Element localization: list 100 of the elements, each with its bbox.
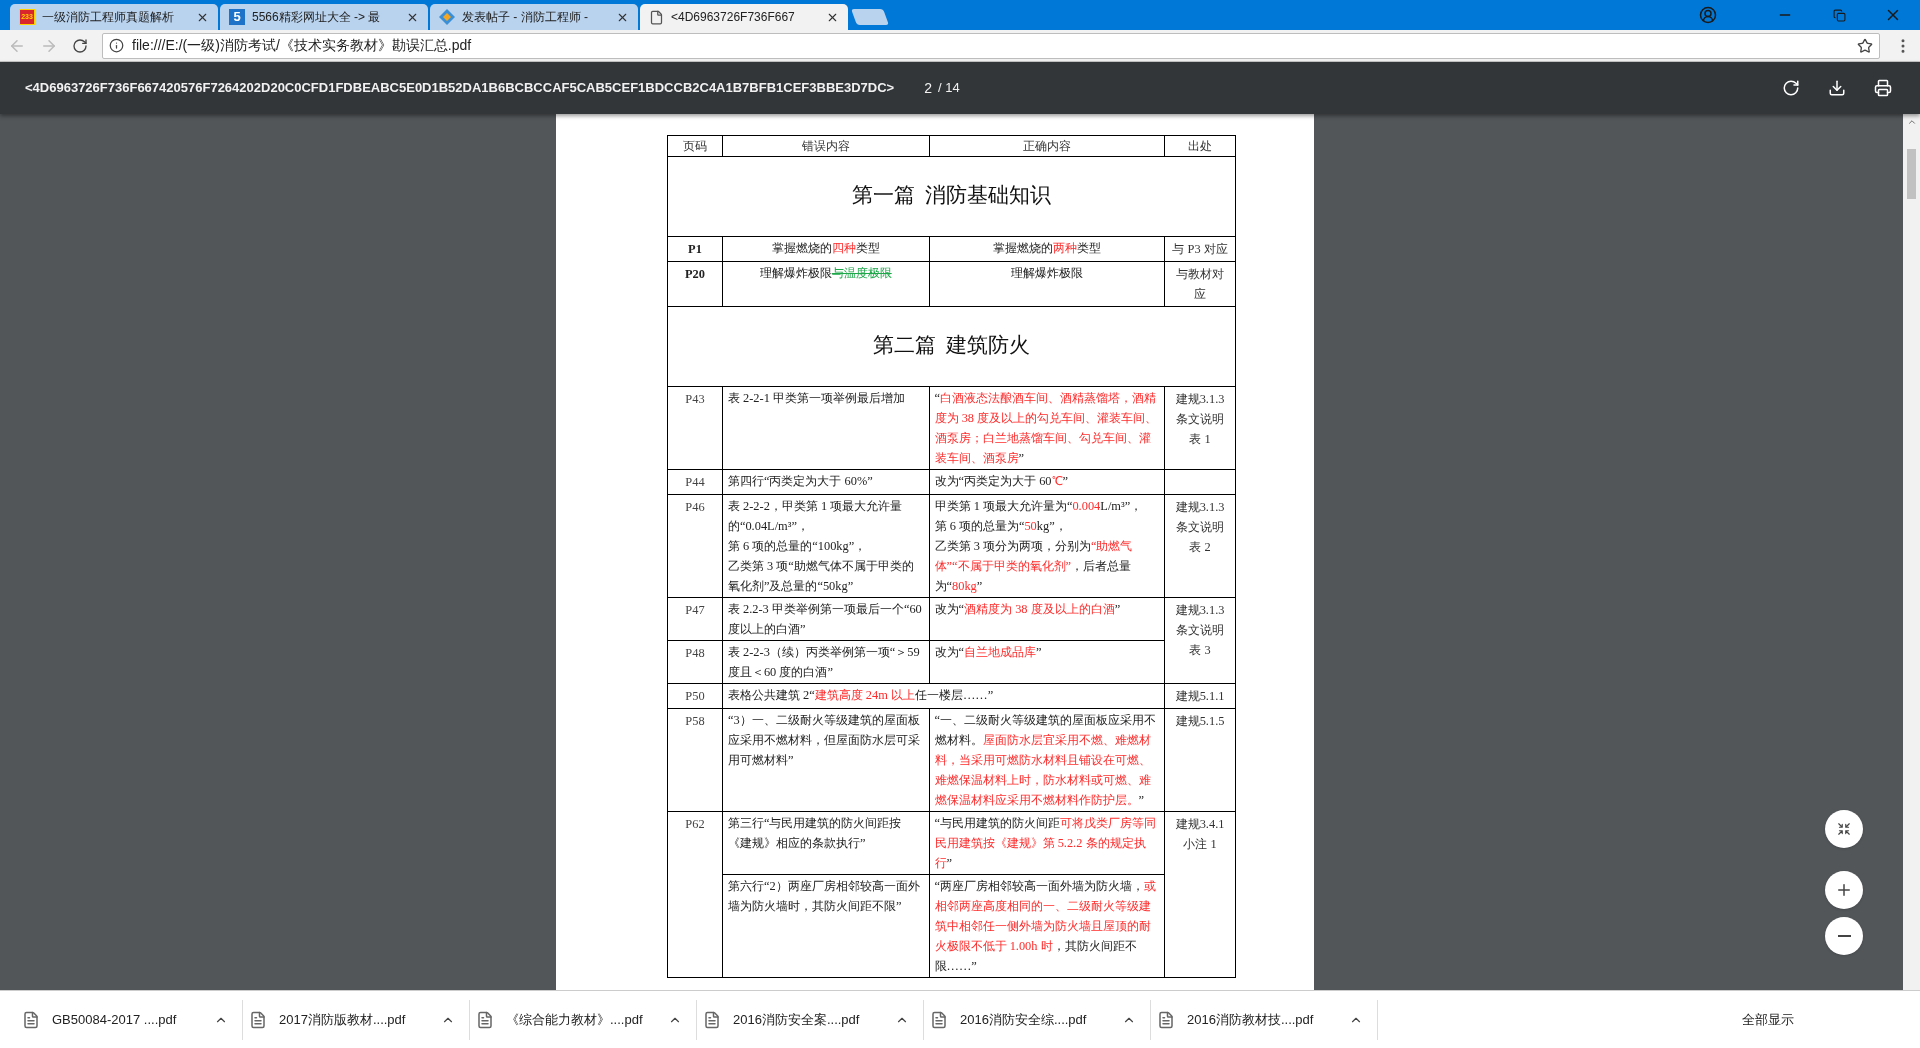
shrink-arrows-icon [1837, 822, 1851, 836]
source-text: 建规3.1.3 [1174, 391, 1226, 408]
cell-text: 表格公共建筑 2“建筑高度 24m 以上任一楼层……” [727, 687, 995, 704]
page-number: P43 [685, 392, 705, 406]
plus-icon [1835, 881, 1853, 899]
cell-text: 甲类第 1 项最大允许量为“0.004L/m³”， [934, 498, 1144, 515]
address-field[interactable]: file:///E:/(一级)消防考试/《技术实务教材》勘误汇总.pdf [102, 32, 1880, 59]
page-total: / 14 [938, 79, 960, 98]
download-item[interactable]: 《综合能力教材》....pdf [506, 1009, 656, 1030]
cell-text: 第三行“与民用建筑的防火间距按《建规》相应的条款执行” [727, 815, 903, 852]
tab-title: 一级消防工程师真题解析 [42, 9, 175, 26]
cell-text: 表 2-2-2，甲类第 1 项最大允许量的“0.04L/m³”， [727, 498, 904, 535]
document-title: <4D6963726F736F667420576F7264202D20C0CFD1FDBEABC5E0D1B52DA1B6BCBCCAF5CAB5CEF1BDCCB2C4A1B7BFB1CEF3BBE3D7DC> [25, 79, 895, 98]
print-icon[interactable] [1874, 79, 1892, 97]
bookmark-star-icon[interactable] [1857, 37, 1873, 54]
reload-icon[interactable] [72, 37, 88, 54]
source-text: 建规3.1.3 [1174, 602, 1226, 619]
cell-text: 表 2.2-3 甲类举例第一项最后一个“60 度以上的白酒” [727, 601, 923, 638]
cell-text: 第 6 项的总量为“50kg”， [934, 518, 1068, 535]
browser-tab[interactable]: 发表帖子 - 消防工程师 - [430, 4, 638, 30]
page-number: P48 [685, 646, 705, 660]
site-logo-icon: 5 [229, 9, 245, 25]
cell-text: “3）一、二级耐火等级建筑的屋面板应采用不燃材料，但屋面防水层可采用可燃材料” [727, 712, 921, 769]
browser-tab[interactable]: <4D6963726F736F667 [640, 4, 848, 30]
pdf-file-icon [1157, 1010, 1175, 1029]
pdf-file-icon [930, 1010, 948, 1029]
cell-text: 第 6 项的总量的“100kg”， [727, 538, 868, 555]
download-icon[interactable] [1828, 79, 1846, 97]
cell-text: 乙类第 3 项“助燃气体不属于甲类的氧化剂”及总量的“50kg” [727, 558, 915, 595]
scroll-up-icon[interactable] [1906, 117, 1917, 127]
page-number: P44 [685, 475, 705, 489]
cell-text: 第六行“2）两座厂房相邻较高一面外墙为防火墙时，其防火间距不限” [727, 878, 921, 915]
page-number: P62 [685, 817, 705, 831]
source-text: 表 1 [1188, 431, 1212, 448]
cell-text: 掌握燃烧的两种类型 [991, 240, 1102, 257]
source-text: 与教材对 [1175, 266, 1226, 283]
source-text: 小注 1 [1182, 836, 1218, 853]
url-text: file:///E:/(一级)消防考试/《技术实务教材》勘误汇总.pdf [132, 36, 473, 55]
rotate-icon[interactable] [1782, 79, 1800, 97]
download-item[interactable]: 2017消防版教材....pdf [279, 1009, 429, 1030]
page-icon [649, 9, 664, 25]
source-text: 条文说明 [1175, 622, 1226, 639]
download-item[interactable]: 2016消防安全综....pdf [960, 1009, 1110, 1030]
cell-text: 理解爆炸极限 [1009, 265, 1084, 282]
cell-text: “白酒液态法酿酒车间、酒精蒸馏塔，酒精度为 38 度及以上的勾兑车间、灌装车间、酒泵房；白兰地蒸馏车间、勾兑车间、灌装车间、酒泵房” [934, 390, 1159, 467]
page-number: P58 [685, 714, 705, 728]
section-heading: 第一篇 消防基础知识 [851, 183, 1052, 207]
page-number: P47 [685, 603, 705, 617]
cell-text: 改为“酒精度为 38 度及以上的白酒” [934, 601, 1122, 618]
new-tab-button[interactable] [851, 9, 889, 25]
cell-text: 改为“自兰地成品库” [934, 644, 1043, 661]
page-number: P46 [685, 500, 705, 514]
column-header: 页码 [667, 135, 723, 157]
info-icon [109, 38, 124, 53]
fit-page-button[interactable] [1825, 810, 1863, 848]
tab-title: 5566精彩网址大全 -> 最 [252, 9, 382, 26]
page-number-field[interactable]: 2 [924, 77, 932, 99]
zoom-in-button[interactable] [1825, 871, 1863, 909]
column-header: 出处 [1164, 135, 1236, 157]
browser-tab[interactable]: 5 5566精彩网址大全 -> 最 [220, 4, 428, 30]
pdf-file-icon [22, 1010, 40, 1029]
cell-text: “一、二级耐火等级建筑的屋面板应采用不燃材料。屋面防水层宜采用不燃、难燃材料，当采用可燃防水材料且铺设在可燃、难燃保温材料上时，防水材料或可燃、难燃保温材料应采用不燃材料作防护层。” [934, 712, 1158, 809]
cell-text: 表 2-2-3（续）丙类举例第一项“＞59 度且＜60 度的白酒” [727, 644, 921, 681]
source-text: 表 3 [1188, 642, 1212, 659]
cell-text: 表 2-2-1 甲类第一项举例最后增加 [727, 390, 906, 407]
scrollbar[interactable] [1903, 114, 1920, 990]
page-number: P1 [688, 242, 702, 256]
page-number: P50 [685, 689, 705, 703]
download-item[interactable]: 2016消防安全案....pdf [733, 1009, 883, 1030]
download-item[interactable]: GB50084-2017 ....pdf [52, 1009, 202, 1030]
cell-text: 第四行“丙类定为大于 60%” [727, 473, 874, 490]
source-text: 条文说明 [1175, 411, 1226, 428]
column-header: 正确内容 [929, 135, 1165, 157]
scrollbar-thumb[interactable] [1907, 149, 1916, 199]
source-text: 建规3.4.1 [1174, 816, 1226, 833]
profile-icon[interactable] [1699, 6, 1717, 24]
source-text: 建规3.1.3 [1174, 499, 1226, 516]
diamond-logo-icon [439, 9, 455, 25]
cell-text: 掌握燃烧的四种类型 [770, 240, 881, 257]
source-text: 表 2 [1188, 539, 1212, 556]
tab-title: <4D6963726F736F667 [671, 9, 796, 26]
cell-text: “与民用建筑的防火间距可将戊类厂房等同民用建筑按《建规》第 5.2.2 条的规定执行” [934, 815, 1158, 872]
source-text: 应 [1193, 286, 1208, 303]
cell-text: 乙类第 3 项分为两项，分别为“助燃气体”“不属于甲类的氧化剂”，后者总量为“80kg” [934, 538, 1134, 595]
download-item[interactable]: 2016消防教材技....pdf [1187, 1009, 1337, 1030]
restore-icon[interactable] [1833, 8, 1846, 22]
cell-text: “两座厂房相邻较高一面外墙为防火墙，或相邻两座高度相同的一、二级耐火等级建筑中相邻任一侧外墙为防火墙且屋顶的耐火极限不低于 1.00h 时，其防火间距不限……” [934, 878, 1158, 975]
source-text: 条文说明 [1175, 519, 1226, 536]
page-number: P20 [684, 267, 705, 281]
pdf-file-icon [249, 1010, 267, 1029]
column-header: 错误内容 [722, 135, 930, 157]
minus-icon [1837, 935, 1851, 937]
cell-text: 理解爆炸极限与温度极限 [758, 265, 893, 282]
pdf-file-icon [476, 1010, 494, 1029]
zoom-out-button[interactable] [1825, 917, 1863, 955]
pdf-file-icon [703, 1010, 721, 1029]
section-heading: 第二篇 建筑防火 [872, 333, 1031, 357]
source-text: 建规5.1.1 [1174, 688, 1226, 705]
cell-text: 改为“丙类定为大于 60℃” [934, 473, 1070, 490]
source-text: 与 P3 对应 [1171, 241, 1229, 258]
